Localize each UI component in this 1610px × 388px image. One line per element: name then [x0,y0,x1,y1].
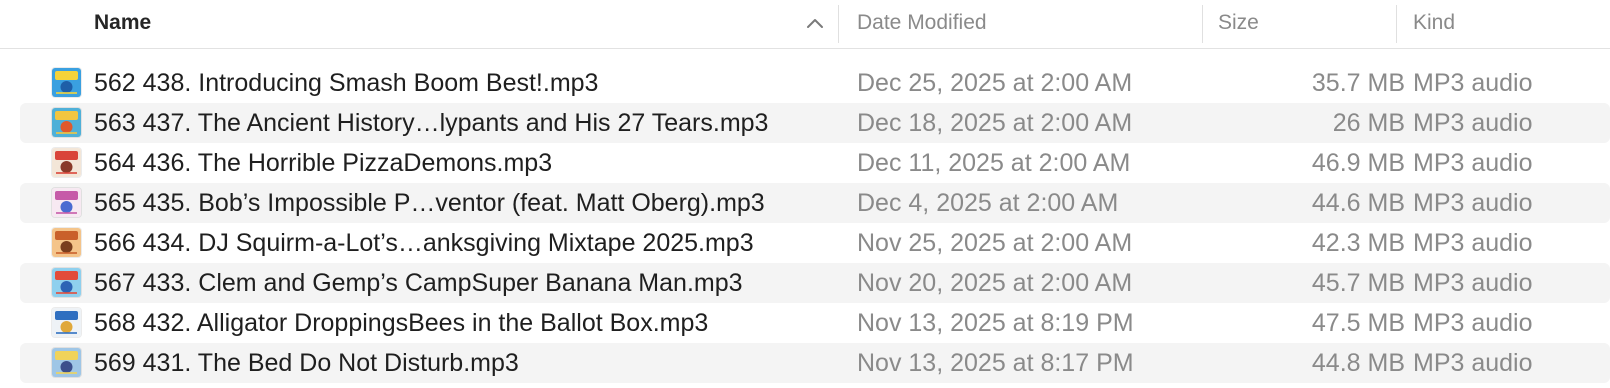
column-divider[interactable] [838,5,839,43]
file-kind: MP3 audio [1413,229,1533,257]
file-name: 565 435. Bob’s Impossible P…ventor (feat… [94,189,765,217]
file-date-modified: Dec 4, 2025 at 2:00 AM [857,189,1119,217]
file-row[interactable]: 568 432. Alligator DroppingsBees in the … [20,303,1610,343]
file-row[interactable]: 566 434. DJ Squirm-a-Lot’s…anksgiving Mi… [20,223,1610,263]
column-divider[interactable] [1202,5,1203,43]
album-art-thumbnail-icon [52,308,81,337]
file-name: 563 437. The Ancient History…lypants and… [94,109,769,137]
column-divider[interactable] [1396,5,1397,43]
file-name: 566 434. DJ Squirm-a-Lot’s…anksgiving Mi… [94,229,754,257]
file-row[interactable]: 565 435. Bob’s Impossible P…ventor (feat… [20,183,1610,223]
album-art-thumbnail-icon [52,68,81,97]
file-size: 44.8 MB [1311,349,1405,377]
file-size: 44.6 MB [1311,189,1405,217]
album-art-thumbnail-icon [52,148,81,177]
file-kind: MP3 audio [1413,349,1533,377]
column-header-name[interactable]: Name [94,8,834,38]
album-art-thumbnail-icon [52,228,81,257]
column-header-date-modified[interactable]: Date Modified [857,8,987,38]
file-row[interactable]: 562 438. Introducing Smash Boom Best!.mp… [20,63,1610,103]
album-art-thumbnail-icon [52,268,81,297]
file-size: 46.9 MB [1311,149,1405,177]
file-kind: MP3 audio [1413,189,1533,217]
file-row[interactable]: 564 436. The Horrible PizzaDemons.mp3 Dec… [20,143,1610,183]
file-size: 26 MB [1332,109,1405,137]
file-date-modified: Nov 13, 2025 at 8:17 PM [857,349,1134,377]
column-header-kind[interactable]: Kind [1413,8,1455,38]
file-kind: MP3 audio [1413,149,1533,177]
file-date-modified: Nov 20, 2025 at 2:00 AM [857,269,1133,297]
album-art-thumbnail-icon [52,348,81,377]
file-row[interactable]: 567 433. Clem and Gemp’s CampSuper Banan… [20,263,1610,303]
file-size: 42.3 MB [1311,229,1405,257]
file-kind: MP3 audio [1413,109,1533,137]
column-header-bar: Name Date Modified Size Kind [0,0,1610,49]
file-name: 569 431. The Bed Do Not Disturb.mp3 [94,349,519,377]
file-kind: MP3 audio [1413,69,1533,97]
file-size: 35.7 MB [1311,69,1405,97]
column-header-size[interactable]: Size [1218,8,1259,38]
album-art-thumbnail-icon [52,108,81,137]
file-name: 567 433. Clem and Gemp’s CampSuper Banan… [94,269,743,297]
file-row[interactable]: 569 431. The Bed Do Not Disturb.mp3 Nov 1… [20,343,1610,383]
file-list: 562 438. Introducing Smash Boom Best!.mp… [0,63,1610,383]
file-name: 568 432. Alligator DroppingsBees in the … [94,309,709,337]
file-kind: MP3 audio [1413,269,1533,297]
file-kind: MP3 audio [1413,309,1533,337]
file-date-modified: Dec 25, 2025 at 2:00 AM [857,69,1133,97]
file-name: 562 438. Introducing Smash Boom Best!.mp… [94,69,599,97]
chevron-up-icon[interactable] [806,16,824,30]
file-size: 45.7 MB [1311,269,1405,297]
file-name: 564 436. The Horrible PizzaDemons.mp3 [94,149,553,177]
file-size: 47.5 MB [1311,309,1405,337]
file-date-modified: Dec 18, 2025 at 2:00 AM [857,109,1133,137]
file-date-modified: Nov 25, 2025 at 2:00 AM [857,229,1133,257]
file-date-modified: Nov 13, 2025 at 8:19 PM [857,309,1134,337]
album-art-thumbnail-icon [52,188,81,217]
file-row[interactable]: 563 437. The Ancient History…lypants and… [20,103,1610,143]
file-date-modified: Dec 11, 2025 at 2:00 AM [857,149,1131,177]
